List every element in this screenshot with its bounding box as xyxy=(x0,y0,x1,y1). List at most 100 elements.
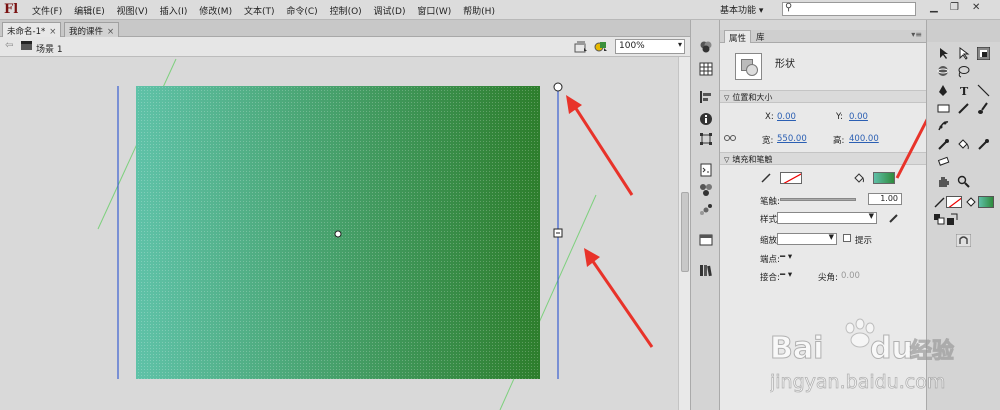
close-icon[interactable]: × xyxy=(49,27,56,37)
hinting-label: 提示 xyxy=(855,236,873,246)
snap-to-objects-icon[interactable] xyxy=(956,234,971,247)
menu-debug[interactable]: 调试(D) xyxy=(374,4,406,17)
hand-tool-icon[interactable] xyxy=(937,175,950,188)
panel-menu-icon[interactable]: ▾≡ xyxy=(911,30,922,39)
back-arrow-icon[interactable]: ⇦ xyxy=(5,40,13,51)
restore-icon[interactable]: ❐ xyxy=(950,2,959,13)
fill-color-swatch[interactable] xyxy=(873,172,895,184)
library-panel-icon[interactable] xyxy=(699,263,713,277)
gradient-transform-tool-icon[interactable] xyxy=(977,47,990,60)
tab-library[interactable]: 库 xyxy=(752,30,769,43)
scrollbar-thumb[interactable] xyxy=(681,192,689,272)
edit-stroke-style-icon[interactable] xyxy=(888,212,900,224)
paint-bucket-tool-icon[interactable] xyxy=(957,138,970,151)
y-label: Y: xyxy=(836,112,843,122)
menu-modify[interactable]: 修改(M) xyxy=(199,4,232,17)
subselection-tool-icon[interactable] xyxy=(957,47,970,60)
width-label: 宽: xyxy=(762,136,774,146)
components-panel-icon[interactable] xyxy=(699,183,713,197)
svg-text:T: T xyxy=(960,85,969,97)
line-tool-icon[interactable] xyxy=(977,84,990,97)
gradient-rotate-handle[interactable] xyxy=(553,82,563,92)
menu-window[interactable]: 窗口(W) xyxy=(417,4,451,17)
tab-untitled-1[interactable]: 未命名-1* × xyxy=(2,22,62,37)
3d-rotation-tool-icon[interactable] xyxy=(937,65,950,78)
zoom-value: 100% xyxy=(619,41,645,51)
tools-fill-swatch[interactable] xyxy=(978,196,994,208)
lasso-tool-icon[interactable] xyxy=(957,65,970,78)
stage-svg xyxy=(97,58,654,410)
menu-text[interactable]: 文本(T) xyxy=(244,4,275,17)
tab-label: 我的课件 xyxy=(69,27,104,37)
tools-stroke-swatch[interactable] xyxy=(946,196,962,208)
stroke-label: 笔触: xyxy=(760,197,780,207)
minimize-icon[interactable]: ▁ xyxy=(930,2,938,13)
cap-select[interactable]: ━ ▾ xyxy=(780,252,792,262)
rectangle-tool-icon[interactable] xyxy=(937,102,950,115)
black-white-icon[interactable] xyxy=(933,213,946,226)
height-value[interactable]: 400.00 xyxy=(849,134,879,144)
tab-my-courseware[interactable]: 我的课件 × xyxy=(64,22,120,37)
scale-select[interactable]: ▼ xyxy=(777,233,837,245)
y-value[interactable]: 0.00 xyxy=(849,112,868,122)
close-icon[interactable]: ✕ xyxy=(972,2,980,13)
annotation-arrow xyxy=(566,95,634,196)
zoom-select[interactable]: 100% ▾ xyxy=(615,39,685,54)
project-panel-icon[interactable] xyxy=(699,233,713,247)
stroke-width-input[interactable]: 1.00 xyxy=(868,193,902,205)
stage-canvas[interactable] xyxy=(0,57,678,410)
document-tabbar: 未命名-1* × 我的课件 × xyxy=(0,20,690,37)
menu-help[interactable]: 帮助(H) xyxy=(463,4,495,17)
collapse-triangle-icon: ▽ xyxy=(724,94,730,102)
help-search-input[interactable]: ⚲ xyxy=(782,2,916,16)
hinting-checkbox[interactable] xyxy=(843,234,851,242)
zoom-tool-icon[interactable] xyxy=(957,175,970,188)
menu-edit[interactable]: 编辑(E) xyxy=(74,4,105,17)
deco-tool-icon[interactable] xyxy=(937,119,950,132)
edit-symbols-icon[interactable] xyxy=(594,40,608,53)
stroke-slider[interactable] xyxy=(780,198,856,201)
info-panel-icon[interactable] xyxy=(699,112,713,126)
motion-presets-icon[interactable] xyxy=(699,203,713,217)
section-title: 位置和大小 xyxy=(732,93,773,102)
edit-scene-icon[interactable] xyxy=(574,40,588,53)
join-select[interactable]: ━ ▾ xyxy=(780,270,792,280)
miter-value: 0.00 xyxy=(841,271,860,281)
stroke-style-select[interactable]: ▼ xyxy=(777,212,877,224)
shape-type-icon xyxy=(735,53,762,80)
brush-tool-icon[interactable] xyxy=(977,102,990,115)
menu-file[interactable]: 文件(F) xyxy=(32,4,62,17)
color-panel-icon[interactable] xyxy=(699,40,713,54)
swap-colors-icon[interactable] xyxy=(946,213,959,226)
tab-properties[interactable]: 属性 xyxy=(724,30,752,44)
menu-bar: Fl 文件(F) 编辑(E) 视图(V) 插入(I) 修改(M) 文本(T) 命… xyxy=(0,0,1000,20)
chevron-down-icon: ▼ xyxy=(828,233,834,241)
pen-tool-icon[interactable] xyxy=(937,84,950,97)
lock-proportions-icon[interactable] xyxy=(724,133,736,143)
gradient-center-handle[interactable] xyxy=(334,230,342,238)
eraser-tool-icon[interactable] xyxy=(937,155,950,168)
watermark-brand: Bai xyxy=(770,331,823,366)
menu-commands[interactable]: 命令(C) xyxy=(286,4,317,17)
text-tool-icon[interactable]: T xyxy=(957,84,970,97)
bone-tool-icon[interactable] xyxy=(937,138,950,151)
align-panel-icon[interactable] xyxy=(699,90,713,104)
scene-name: 场景 1 xyxy=(36,45,63,55)
x-value[interactable]: 0.00 xyxy=(777,112,796,122)
stroke-color-swatch[interactable] xyxy=(780,172,802,184)
menu-control[interactable]: 控制(O) xyxy=(330,4,362,17)
selection-tool-icon[interactable] xyxy=(937,47,950,60)
properties-tabbar: 属性 库 ▾≡ xyxy=(720,30,926,44)
app-logo: Fl xyxy=(4,2,19,17)
workspace-switcher[interactable]: 基本功能 ▾ xyxy=(720,3,763,16)
swatches-panel-icon[interactable] xyxy=(699,62,713,76)
menu-view[interactable]: 视图(V) xyxy=(117,4,148,17)
close-icon[interactable]: × xyxy=(107,27,114,37)
code-snippets-icon[interactable] xyxy=(699,163,713,177)
transform-panel-icon[interactable] xyxy=(699,132,713,146)
pencil-tool-icon[interactable] xyxy=(957,102,970,115)
menu-insert[interactable]: 插入(I) xyxy=(160,4,188,17)
eyedropper-tool-icon[interactable] xyxy=(977,138,990,151)
stage-scrollbar[interactable] xyxy=(678,57,690,410)
width-value[interactable]: 550.00 xyxy=(777,134,807,144)
